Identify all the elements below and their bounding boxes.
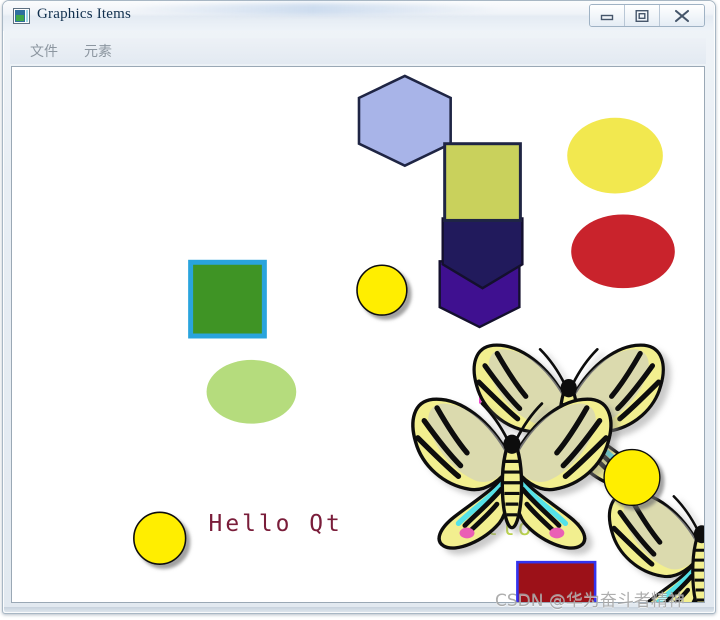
minimize-button[interactable] [590,5,625,26]
shape-ellipse-red[interactable] [571,214,675,289]
minimize-icon [600,14,614,20]
scene-text-hello-main: Hello Qt [209,511,343,537]
app-icon [13,8,30,24]
application-window: Graphics Items 文件 元素 Hello Qt Hello Qt C… [0,0,720,620]
close-button[interactable] [660,5,704,26]
shape-circle-yellow-mid[interactable] [356,264,408,316]
close-icon [674,9,690,22]
caption-button-group [589,4,705,27]
shape-circle-yellow-right[interactable] [603,448,661,507]
menu-bar: 文件 元素 [10,38,706,64]
shape-ellipse-lightgreen[interactable] [206,359,297,424]
maximize-icon [635,9,649,22]
window-title: Graphics Items [37,6,132,22]
menu-item-file[interactable]: 文件 [18,39,72,63]
shape-square-green[interactable] [188,259,267,339]
shape-square-olive[interactable] [443,142,522,222]
maximize-button[interactable] [625,5,660,26]
shape-hexagon-blue[interactable] [357,74,452,168]
menu-item-elements[interactable]: 元素 [72,39,126,63]
shape-ellipse-yellow[interactable] [567,117,663,194]
shape-circle-yellow-bottom-left[interactable] [133,511,187,565]
title-bar-sheen [123,3,503,15]
title-bar[interactable]: Graphics Items [3,1,713,31]
csdn-watermark: CSDN @华为奋斗者精神 [495,591,685,611]
graphics-scene: Hello Qt Hello Qt Hello Qt [133,74,704,602]
graphics-view[interactable]: Hello Qt Hello Qt Hello Qt [11,66,705,603]
